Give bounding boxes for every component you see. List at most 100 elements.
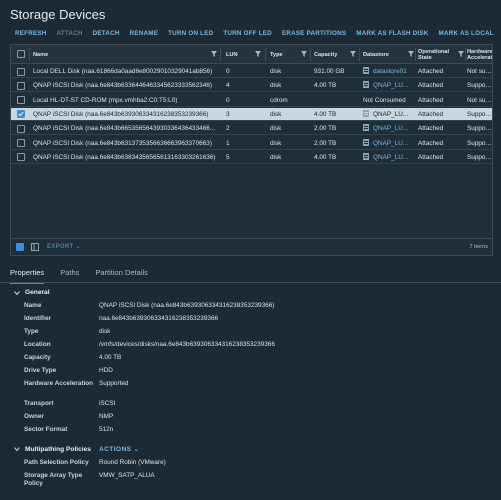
table-row[interactable]: Local DELL Disk (naa.61866da0aad6e800290… — [11, 65, 492, 78]
filter-icon[interactable] — [350, 51, 356, 57]
row-checkbox[interactable] — [17, 81, 25, 90]
export-label: EXPORT — [47, 244, 74, 250]
column-header-name[interactable]: Name — [33, 45, 203, 64]
property-label: Type — [24, 328, 39, 335]
turn-off-led-button[interactable]: TURN OFF LED — [218, 30, 277, 38]
property-value: /vmfs/devices/disks/naa.6e843b6393063343… — [99, 341, 275, 348]
table-row[interactable]: QNAP iSCSI Disk (naa.6e843b6313735356636… — [11, 137, 492, 150]
column-header-operational-state[interactable]: Operational State — [418, 45, 454, 64]
column-header-capacity[interactable]: Capacity — [314, 45, 344, 64]
cell-datastore[interactable]: QNAP_LU... — [363, 151, 415, 164]
column-toggle-icon[interactable] — [31, 243, 39, 251]
row-checkbox[interactable] — [17, 110, 25, 119]
cell-datastore[interactable]: QNAP_LU... — [363, 122, 415, 135]
refresh-button[interactable]: REFRESH — [10, 30, 52, 38]
export-button[interactable]: EXPORT ⌄ — [47, 243, 81, 250]
cell-hw: Supported — [467, 82, 492, 90]
grid-footer: EXPORT ⌄ 7 items — [11, 238, 492, 255]
cell-hw: Supported — [467, 139, 492, 147]
actions-menu-button[interactable]: ACTIONS ⌄ — [99, 445, 140, 453]
attach-button[interactable]: ATTACH — [52, 30, 88, 38]
column-divider — [465, 48, 466, 61]
general-section-title: General — [25, 289, 50, 296]
cell-type: disk — [270, 82, 282, 90]
property-value: VMW_SATP_ALUA — [99, 472, 155, 479]
property-label: Owner — [24, 413, 44, 420]
row-checkbox[interactable] — [17, 153, 25, 162]
filter-icon[interactable] — [211, 51, 217, 57]
table-row[interactable]: QNAP iSCSI Disk (naa.6e843b6653565643930… — [11, 122, 492, 136]
cell-name: QNAP iSCSI Disk (naa.6e843b6313735356636… — [33, 139, 212, 147]
property-value: 4.00 TB — [99, 354, 122, 361]
selection-checkbox-icon[interactable] — [16, 243, 24, 251]
cell-lun: 0 — [226, 68, 230, 75]
cell-hw: Not suppor — [467, 68, 492, 75]
row-checkbox[interactable] — [17, 139, 25, 147]
datastore-link[interactable]: datastore01 — [373, 68, 407, 75]
filter-icon[interactable] — [301, 51, 307, 57]
datastore-link[interactable]: QNAP_LU... — [373, 111, 408, 118]
column-header-lun[interactable]: LUN — [226, 45, 246, 64]
cell-type: disk — [270, 125, 282, 133]
cell-datastore[interactable]: QNAP_LU... — [363, 108, 415, 121]
datastore-link[interactable]: QNAP_LU... — [373, 125, 408, 132]
cell-name: QNAP iSCSI Disk (naa.6e843b6393063343162… — [33, 110, 209, 118]
datastore-icon — [363, 67, 369, 74]
property-label: Location — [24, 341, 51, 348]
row-checkbox[interactable] — [17, 124, 25, 133]
datastore-link[interactable]: QNAP_LU... — [373, 140, 408, 147]
cell-capacity: 2.00 TB — [314, 139, 337, 147]
cell-hw: Supported — [467, 153, 492, 161]
mark-as-flash-disk-button[interactable]: MARK AS FLASH DISK — [351, 30, 433, 38]
property-label: Name — [24, 302, 42, 309]
cell-datastore[interactable]: QNAP_LU... — [363, 79, 415, 92]
cell-state: Attached — [418, 153, 444, 161]
cell-name: QNAP iSCSI Disk (naa.6e843b6653565643930… — [33, 125, 216, 133]
cell-hw: Not suppor — [467, 96, 492, 104]
mark-as-local-button[interactable]: MARK AS LOCAL — [434, 30, 499, 38]
erase-partitions-button[interactable]: ERASE PARTITIONS — [277, 30, 351, 38]
filter-icon[interactable] — [255, 51, 261, 57]
datastore-icon — [363, 109, 369, 117]
property-label: Path Selection Policy — [24, 459, 89, 466]
cell-capacity: 931.00 GB — [314, 68, 345, 75]
column-header-hardware-acceleration[interactable]: Hardware Acceleration — [467, 45, 492, 64]
multipathing-section-header[interactable]: Multipathing Policies ACTIONS ⌄ — [14, 445, 140, 453]
cell-type: disk — [270, 139, 282, 147]
row-checkbox[interactable] — [17, 96, 25, 105]
chevron-down-icon — [14, 447, 20, 452]
multipathing-section-title: Multipathing Policies — [25, 445, 91, 453]
tabs-divider — [0, 282, 501, 283]
detach-button[interactable]: DETACH — [88, 30, 125, 38]
select-all-checkbox[interactable] — [17, 50, 25, 58]
cell-lun: 2 — [226, 125, 230, 133]
chevron-down-icon — [14, 290, 20, 295]
filter-icon[interactable] — [408, 51, 414, 57]
datastore-icon — [363, 81, 369, 89]
column-divider — [359, 48, 360, 61]
datastore-link[interactable]: QNAP_LU... — [373, 154, 408, 161]
filter-icon[interactable] — [458, 51, 464, 57]
datastore-icon — [363, 152, 369, 160]
chevron-down-icon: ⌄ — [75, 244, 81, 250]
property-value: Round Robin (VMware) — [99, 459, 166, 466]
table-row[interactable]: QNAP iSCSI Disk (naa.6e843b6393063343162… — [11, 107, 492, 121]
row-checkbox[interactable] — [17, 67, 25, 76]
datastore-link[interactable]: QNAP_LU... — [373, 82, 408, 89]
property-value: Supported — [99, 380, 129, 387]
storage-devices-grid: Name LUN Type Capacity Datastore Operati… — [10, 44, 493, 256]
rename-button[interactable]: RENAME — [125, 30, 164, 38]
property-label: Hardware Acceleration — [24, 380, 94, 387]
cell-datastore[interactable]: datastore01 — [363, 65, 415, 78]
cell-capacity: 4.00 TB — [314, 110, 337, 118]
column-header-datastore[interactable]: Datastore — [363, 45, 393, 64]
column-header-type[interactable]: Type — [270, 45, 290, 64]
cell-state: Attached — [418, 68, 444, 75]
cell-datastore[interactable]: QNAP_LU... — [363, 137, 415, 150]
general-section-header[interactable]: General — [14, 289, 50, 296]
table-row[interactable]: QNAP iSCSI Disk (naa.6e843b6383435656561… — [11, 151, 492, 164]
page-title: Storage Devices — [10, 7, 106, 22]
table-row[interactable]: QNAP iSCSI Disk (naa.6e843b6336446463345… — [11, 79, 492, 93]
turn-on-led-button[interactable]: TURN ON LED — [163, 30, 218, 38]
table-row[interactable]: Local HL-DT-ST CD-ROM (mpx.vmhba2:C0:T5:… — [11, 94, 492, 107]
